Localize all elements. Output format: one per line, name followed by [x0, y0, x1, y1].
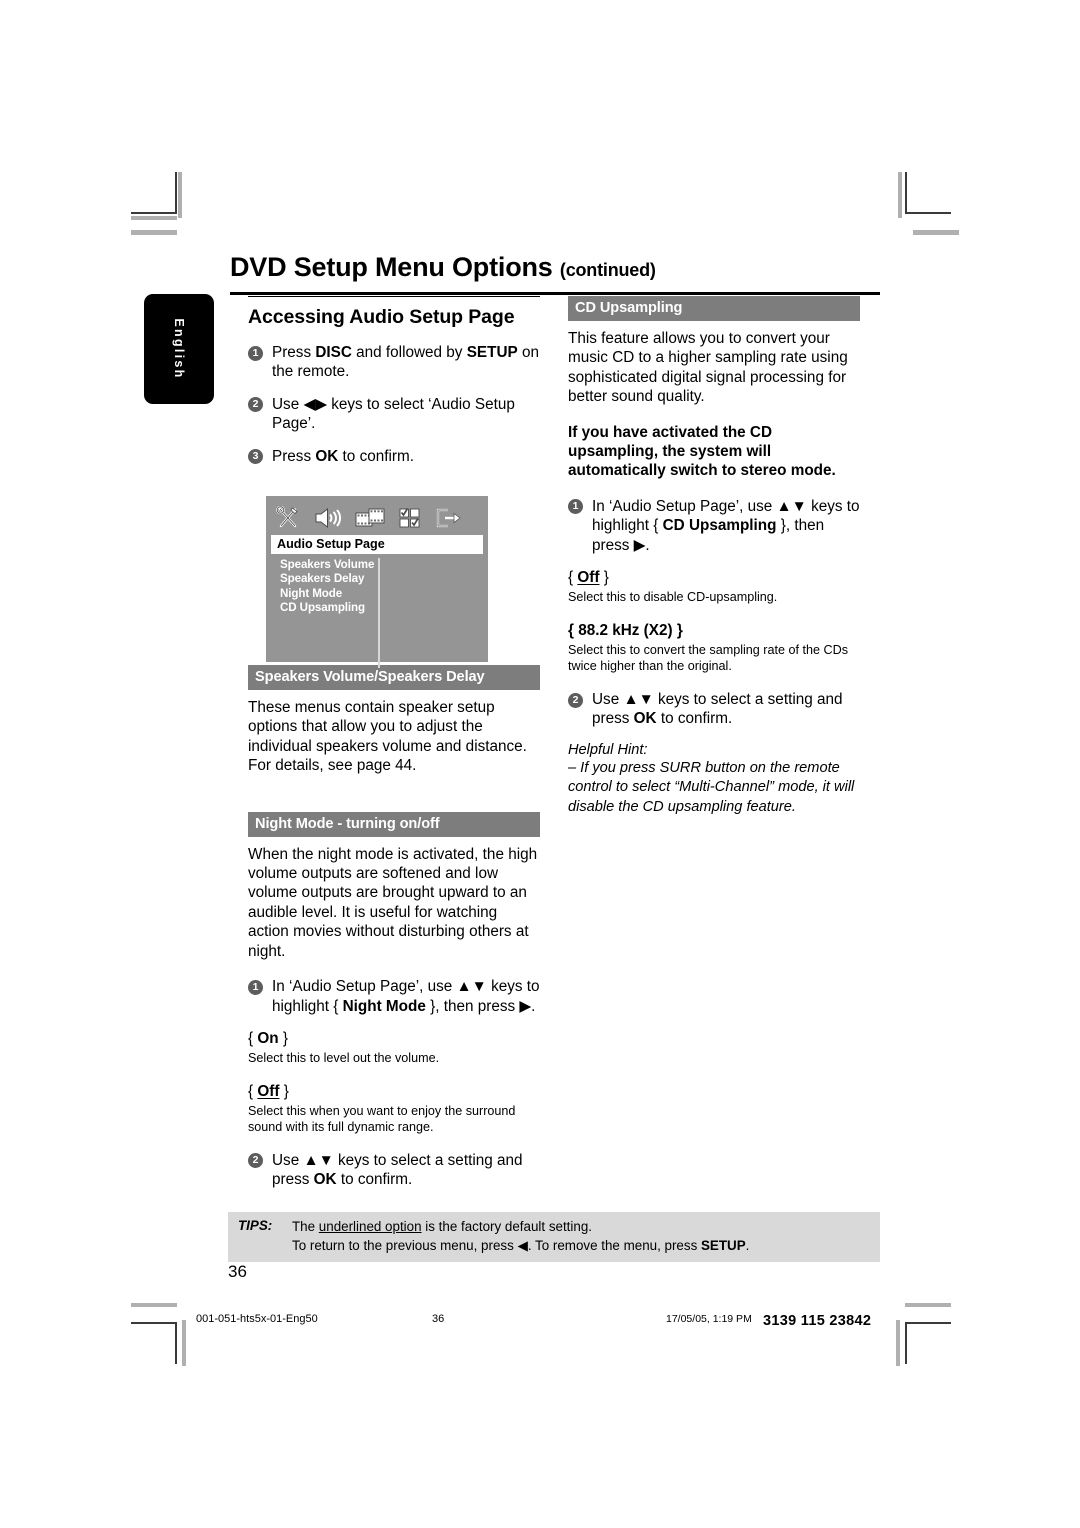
step-text: Use ▲▼ keys to select a setting and pres…: [592, 691, 843, 728]
step-item: 1 In ‘Audio Setup Page’, use ▲▼ keys to …: [568, 497, 860, 555]
setup-menu-item-speakers-volume: Speakers Volume: [280, 558, 375, 571]
printer-footer-page: 36: [432, 1313, 445, 1325]
option-label-off-underlined: Off: [577, 569, 600, 587]
step-number: 1: [568, 499, 583, 515]
page-title-row: DVD Setup Menu Options (continued): [230, 252, 880, 283]
registration-mark-bottom-left-tick: [182, 1320, 186, 1366]
step-number: 2: [248, 1153, 263, 1169]
crop-mark-bottom-left-horizontal: [131, 1322, 177, 1324]
page-title: DVD Setup Menu Options (continued): [230, 252, 880, 283]
step-text: In ‘Audio Setup Page’, use ▲▼ keys to hi…: [272, 978, 540, 1015]
night-mode-option-off-desc: Select this when you want to enjoy the s…: [248, 1103, 516, 1134]
step-number: 1: [248, 345, 263, 361]
printer-footer-filename: 001-051-hts5x-01-Eng50: [196, 1313, 318, 1325]
step-text: In ‘Audio Setup Page’, use ▲▼ keys to hi…: [592, 497, 860, 554]
right-column: CD Upsampling This feature allows you to…: [568, 296, 860, 831]
cd-upsampling-intro: This feature allows you to convert your …: [568, 330, 848, 406]
cd-upsampling-option-882-desc: Select this to convert the sampling rate…: [568, 643, 848, 674]
night-mode-heading: Night Mode - turning on/off: [248, 811, 540, 837]
cd-upsampling-heading: CD Upsampling: [568, 296, 860, 321]
page-folio-number: 36: [228, 1262, 247, 1281]
setup-menu-icon-bar: [271, 502, 483, 534]
registration-mark-top-right-tick: [898, 172, 902, 218]
audio-setup-screen-graphic: Audio Setup Page Speakers Volume Speaker…: [266, 496, 488, 668]
tips-label: TIPS:: [238, 1218, 273, 1233]
crop-mark-top-right-horizontal: [905, 212, 951, 214]
setup-menu-body: Speakers Volume Speakers Delay Night Mod…: [271, 558, 483, 674]
setup-menu-item-night-mode: Night Mode: [280, 586, 343, 600]
step-text: Press DISC and followed by SETUP on the …: [272, 344, 539, 381]
night-mode-option-off: { Off }: [248, 1082, 289, 1100]
step-item: 3 Press OK to confirm.: [248, 447, 540, 466]
crop-mark-bottom-right-vertical: [905, 1322, 907, 1364]
step-text: Use ▲▼ keys to select a setting and pres…: [272, 1151, 523, 1189]
step-number: 2: [568, 692, 583, 708]
step-item: 2 Use ◀▶ keys to select ‘Audio Setup Pag…: [248, 395, 540, 434]
film-icon: [355, 506, 385, 530]
registration-mark-bottom-right-upper: [905, 1303, 951, 1307]
step-number: 2: [248, 397, 263, 413]
option-label-off-underlined: Off: [257, 1082, 280, 1100]
manual-page: DVD Setup Menu Options (continued) Engli…: [140, 240, 880, 1300]
crop-mark-bottom-left-vertical: [175, 1322, 177, 1364]
night-mode-body: When the night mode is activated, the hi…: [248, 845, 538, 960]
tips-box: TIPS: The underlined option is the facto…: [228, 1212, 880, 1262]
accessing-audio-setup-heading: Accessing Audio Setup Page: [248, 296, 540, 329]
registration-mark-top-left-lower: [131, 230, 177, 235]
printer-footer-code: 3139 115 23842: [763, 1313, 872, 1329]
speaker-icon: [314, 506, 342, 530]
step-item: 2 Use ▲▼ keys to select a setting and pr…: [568, 690, 860, 729]
helpful-hint-title: Helpful Hint:: [568, 741, 648, 758]
cd-upsampling-option-off: { Off }: [568, 569, 609, 587]
crop-mark-top-left-vertical: [175, 172, 177, 214]
page-title-continued: (continued): [559, 260, 656, 280]
registration-mark-bottom-right-tick: [896, 1320, 900, 1366]
exit-icon: [435, 506, 463, 530]
language-tab: English: [144, 294, 214, 404]
crop-mark-bottom-right-horizontal: [905, 1322, 951, 1324]
cd-upsampling-option-882: { 88.2 kHz (X2) }: [568, 621, 860, 640]
step-item: 2 Use ▲▼ keys to select a setting and pr…: [248, 1151, 540, 1190]
setup-page-title-bar: Audio Setup Page: [271, 535, 483, 554]
step-item: 1 In ‘Audio Setup Page’, use ▲▼ keys to …: [248, 977, 540, 1016]
left-column: Accessing Audio Setup Page 1 Press DISC …: [248, 296, 540, 1203]
cd-upsampling-bold-note: If you have activated the CD upsampling,…: [568, 423, 836, 480]
speakers-volume-delay-body: These menus contain speaker setup option…: [248, 699, 527, 775]
language-tab-label: English: [172, 318, 186, 380]
setup-menu-item-cd-upsampling: CD Upsampling: [280, 601, 366, 615]
registration-mark-top-left-bar: [131, 216, 177, 220]
night-mode-option-on: { On }: [248, 1029, 288, 1047]
cd-upsampling-option-off-desc: Select this to disable CD-upsampling.: [568, 590, 778, 605]
option-label-882: { 88.2 kHz (X2) }: [568, 622, 683, 640]
registration-mark-bottom-left-upper: [131, 1303, 177, 1307]
setup-menu-divider: [378, 558, 380, 668]
registration-mark-top-left-tick: [178, 172, 182, 218]
printer-footer-date: 17/05/05, 1:19 PM: [666, 1313, 752, 1325]
step-number: 3: [248, 449, 263, 465]
night-mode-option-on-desc: Select this to level out the volume.: [248, 1050, 440, 1065]
tips-line-1: The underlined option is the factory def…: [292, 1219, 592, 1234]
step-text: Use ◀▶ keys to select ‘Audio Setup Page’…: [272, 395, 515, 433]
title-rule: [230, 292, 880, 295]
step-item: 1 Press DISC and followed by SETUP on th…: [248, 343, 540, 382]
preference-icon: [398, 506, 422, 530]
crop-mark-top-left-horizontal: [131, 212, 177, 214]
page-title-text: DVD Setup Menu Options: [230, 252, 553, 282]
helpful-hint-body: – If you press SURR button on the remote…: [568, 759, 855, 815]
tools-icon: [275, 506, 301, 530]
step-text: Press OK to confirm.: [272, 447, 414, 465]
tips-line-2: To return to the previous menu, press ◀.…: [292, 1237, 750, 1253]
registration-mark-top-right-lower: [913, 230, 959, 235]
step-number: 1: [248, 979, 263, 995]
crop-mark-top-right-vertical: [905, 172, 907, 214]
setup-menu-item-speakers-delay: Speakers Delay: [280, 572, 365, 586]
